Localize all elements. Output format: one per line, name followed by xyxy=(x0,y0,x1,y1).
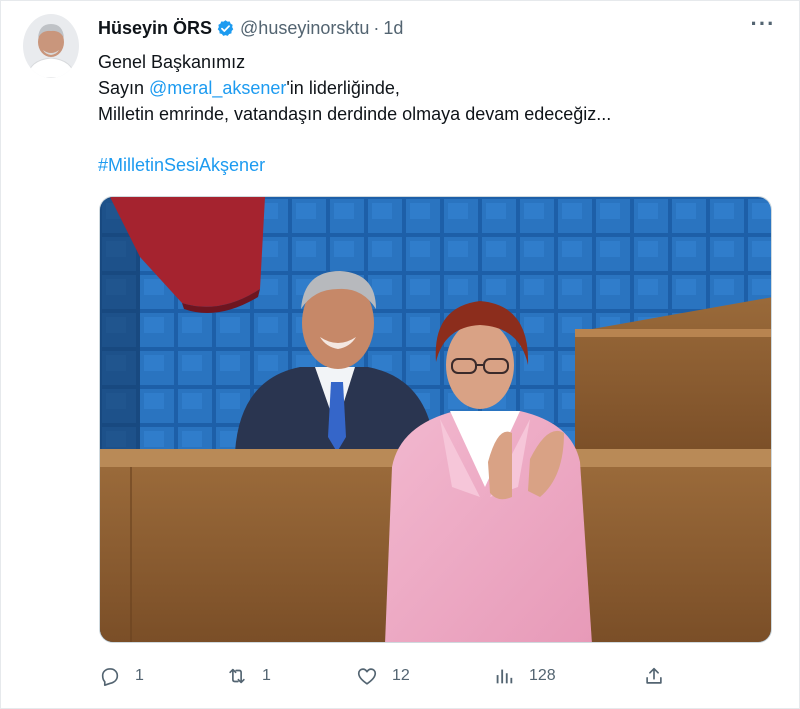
tweet-timestamp[interactable]: 1d xyxy=(383,18,403,39)
separator-dot: · xyxy=(373,17,380,38)
tweet-header: Hüseyin ÖRS @huseyinorsktu · 1d xyxy=(98,17,403,39)
share-button[interactable] xyxy=(643,663,679,689)
tweet-photo[interactable] xyxy=(99,196,772,643)
mention-link[interactable]: @meral_aksener xyxy=(149,78,286,98)
tweet-line: Milletin emrinde, vatandaşın derdinde ol… xyxy=(98,104,612,124)
views-button[interactable]: 128 xyxy=(493,663,556,689)
retweet-count: 1 xyxy=(262,667,271,684)
tweet-line-suffix: 'in liderliğinde, xyxy=(286,78,400,98)
retweet-button[interactable]: 1 xyxy=(226,663,271,689)
like-count: 12 xyxy=(392,667,410,684)
reply-count: 1 xyxy=(135,667,144,684)
like-button[interactable]: 12 xyxy=(356,663,410,689)
author-handle[interactable]: @huseyinorsktu xyxy=(240,18,369,39)
author-display-name[interactable]: Hüseyin ÖRS xyxy=(98,18,212,39)
reply-icon xyxy=(101,668,119,686)
share-icon xyxy=(646,667,662,684)
tweet-line: Sayın @meral_aksener'in liderliğinde, xyxy=(98,75,611,101)
tweet-line-prefix: Sayın xyxy=(98,78,150,98)
views-icon xyxy=(496,669,513,684)
tweet-text: Genel Başkanımız Sayın @meral_aksener'in… xyxy=(98,49,611,127)
tweet-card[interactable]: Hüseyin ÖRS @huseyinorsktu · 1d ··· Gene… xyxy=(0,0,800,709)
hashtag-link[interactable]: #MilletinSesiAkşener xyxy=(98,152,265,178)
tweet-actions: 1 1 12 128 xyxy=(1,661,800,691)
reply-button[interactable]: 1 xyxy=(99,663,144,689)
retweet-icon xyxy=(229,668,245,684)
verified-badge-icon xyxy=(216,19,235,38)
tweet-line: Genel Başkanımız xyxy=(98,52,246,72)
like-icon xyxy=(357,668,377,685)
author-avatar[interactable] xyxy=(23,14,79,78)
views-count: 128 xyxy=(529,667,556,684)
more-options-icon[interactable]: ··· xyxy=(745,13,781,39)
